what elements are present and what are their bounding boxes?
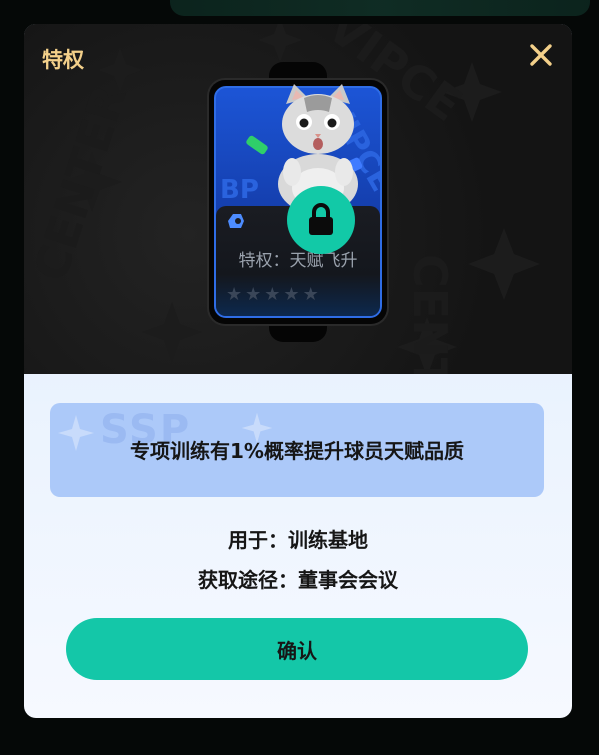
source-info: 获取途径：董事会会议 [198,568,398,592]
card-name: 特权：天赋飞升 [238,251,358,271]
background-glow [170,0,590,16]
card-type-icon [228,214,244,228]
privilege-dialog: CENTER VIPCE CENTER 特权 VIPCE ВР 特权：天赋飞升 … [24,24,572,718]
dialog-title: 特权 [42,48,84,72]
confirm-button[interactable]: 确认 [66,618,528,680]
star-icon: ★ [245,284,262,305]
usage-info: 用于：训练基地 [228,528,368,552]
description-panel: SSP 专项训练有1%概率提升球员天赋品质 [50,403,544,497]
close-icon [530,44,552,66]
locked-badge [287,186,355,254]
star-icon: ★ [302,284,319,305]
star-icon: ★ [264,284,281,305]
privilege-description: 专项训练有1%概率提升球员天赋品质 [130,439,464,463]
card-star-rating: ★ ★ ★ ★ ★ [226,286,319,304]
star-icon: ★ [226,284,243,305]
star-icon: ★ [283,284,300,305]
close-button[interactable] [526,40,556,70]
dialog-hero: CENTER VIPCE CENTER 特权 VIPCE ВР 特权：天赋飞升 … [24,24,572,374]
svg-text:CENTER: CENTER [24,79,137,288]
svg-text:CENTER: CENTER [403,254,457,374]
lock-icon [309,203,333,235]
